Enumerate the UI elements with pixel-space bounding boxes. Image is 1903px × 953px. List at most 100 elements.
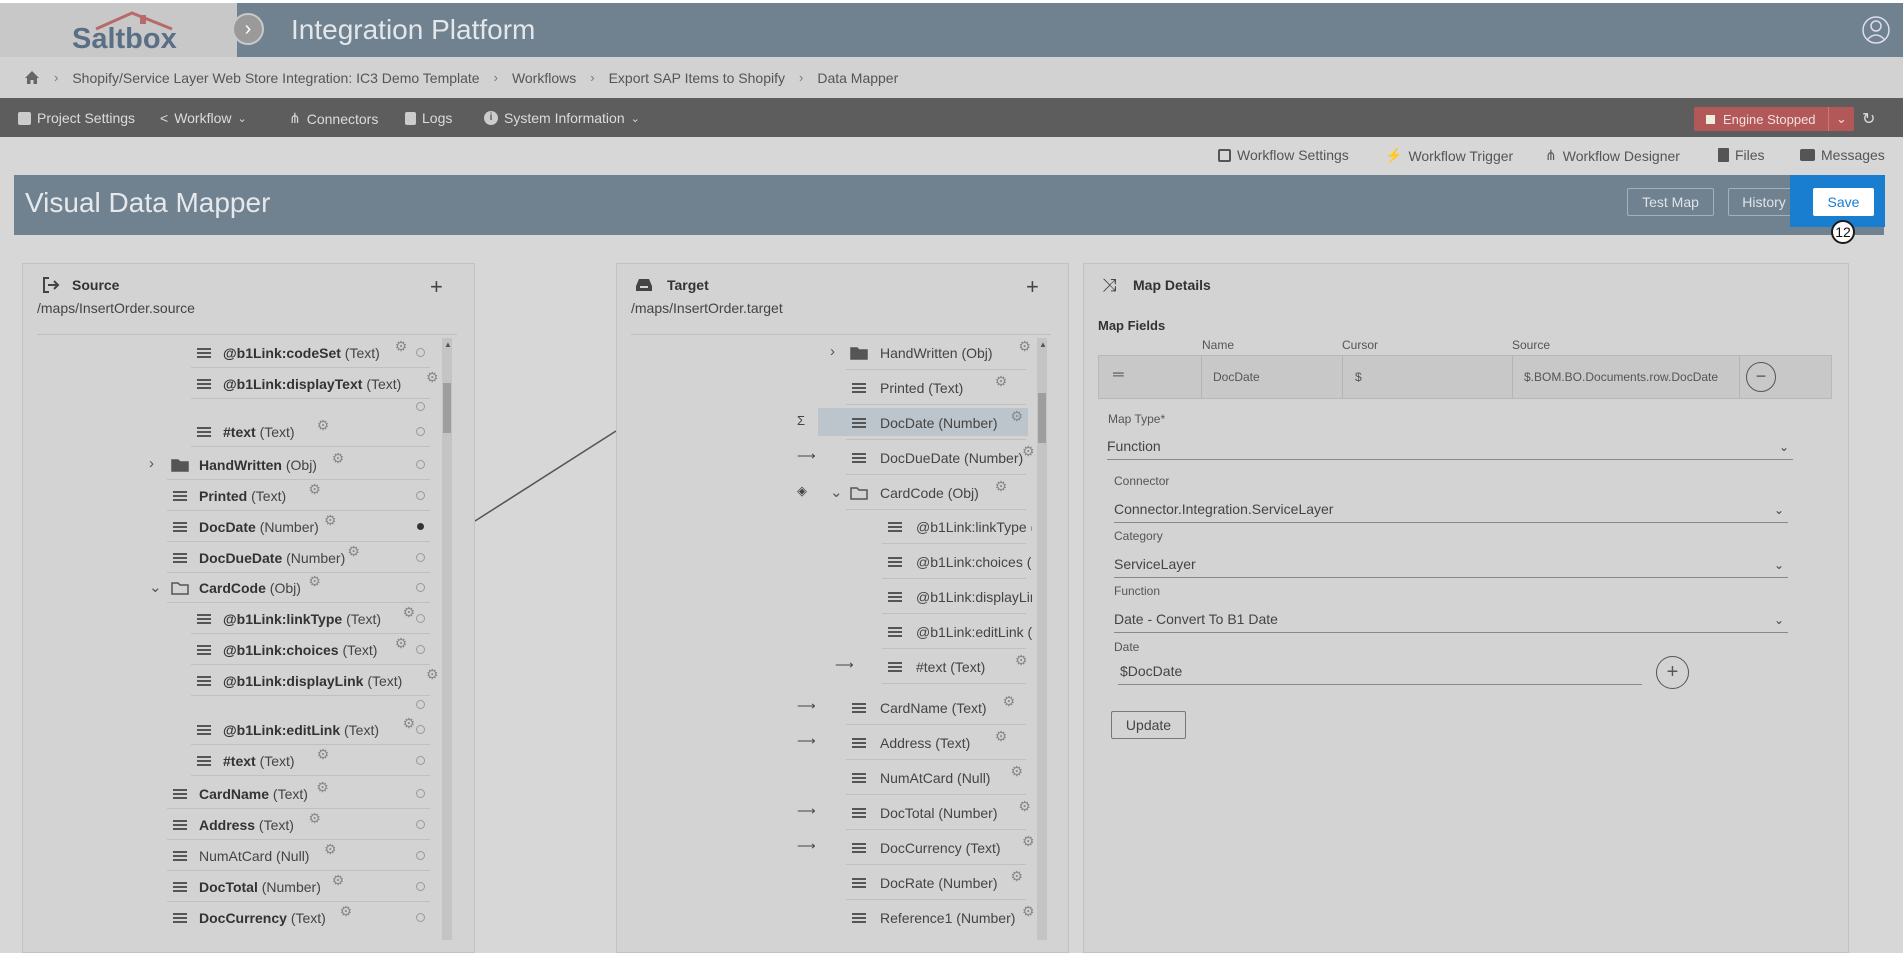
add-source-button[interactable]: + [430, 274, 443, 300]
gear-icon[interactable]: ⚙ [308, 573, 321, 590]
test-map-button[interactable]: Test Map [1627, 188, 1714, 216]
target-field-row[interactable]: @b1Link:editLink ( [916, 624, 1032, 640]
connect-handle-icon[interactable] [416, 348, 425, 357]
gear-icon[interactable]: ⚙ [1018, 798, 1031, 815]
category-select[interactable]: ServiceLayer ⌄ [1114, 556, 1788, 578]
save-button[interactable]: Save [1813, 188, 1874, 216]
source-field-row[interactable]: #text (Text) [223, 753, 295, 769]
expand-chevron-icon[interactable]: › [149, 455, 154, 472]
source-field-row[interactable]: DocTotal (Number) [199, 879, 321, 895]
target-field-row[interactable]: DocDueDate (Number) [880, 450, 1023, 466]
expand-chevron-icon[interactable]: › [830, 343, 835, 360]
expand-chevron-icon[interactable]: ⌄ [830, 483, 843, 501]
gear-icon[interactable]: ⚙ [1011, 868, 1024, 885]
source-field-row[interactable]: @b1Link:codeSet (Text) [223, 345, 380, 361]
subnav-workflow-trigger[interactable]: ⚡ Workflow Trigger [1385, 147, 1513, 164]
target-field-row[interactable]: Printed (Text) [880, 380, 963, 396]
source-field-row[interactable]: DocDate (Number) [199, 519, 319, 535]
gear-icon[interactable]: ⚙ [995, 373, 1008, 390]
connect-handle-icon[interactable] [416, 583, 425, 592]
nav-workflow[interactable]: < Workflow ⌄ [160, 110, 247, 126]
subnav-workflow-settings[interactable]: Workflow Settings [1218, 147, 1349, 163]
nav-system-information[interactable]: i System Information ⌄ [484, 110, 640, 126]
target-field-row[interactable]: DocDate (Number) [880, 415, 997, 431]
source-field-row[interactable]: @b1Link:editLink (Text) [223, 722, 379, 738]
target-field-row[interactable]: CardCode (Obj) [880, 485, 979, 501]
breadcrumb-workflow[interactable]: Export SAP Items to Shopify [609, 70, 785, 86]
gear-icon[interactable]: ⚙ [308, 481, 321, 498]
gear-icon[interactable]: ⚙ [317, 417, 330, 434]
connector-select[interactable]: Connector.Integration.ServiceLayer ⌄ [1114, 501, 1788, 523]
gear-icon[interactable]: ⚙ [426, 369, 439, 386]
gear-icon[interactable]: ⚙ [332, 450, 345, 467]
update-button[interactable]: Update [1111, 711, 1186, 739]
target-field-row[interactable]: DocCurrency (Text) [880, 840, 1001, 856]
mapped-dot-icon[interactable] [417, 523, 424, 530]
connect-handle-icon[interactable] [416, 460, 425, 469]
chevron-down-icon[interactable]: ⌄ [1828, 107, 1854, 131]
gear-icon[interactable]: ⚙ [1022, 443, 1035, 460]
subnav-workflow-designer[interactable]: ⋔ Workflow Designer [1545, 147, 1680, 164]
gear-icon[interactable]: ⚙ [1011, 408, 1024, 425]
target-field-row[interactable]: NumAtCard (Null) [880, 770, 990, 786]
source-field-row[interactable]: @b1Link:displayLink (Text) [223, 673, 402, 689]
subnav-messages[interactable]: Messages [1800, 147, 1885, 163]
target-field-row[interactable]: Reference1 (Number) [880, 910, 1015, 926]
connect-handle-icon[interactable] [416, 614, 425, 623]
logo[interactable]: Saltbox [0, 3, 237, 57]
gear-icon[interactable]: ⚙ [340, 903, 353, 920]
subnav-files[interactable]: Files [1718, 147, 1765, 163]
connect-handle-icon[interactable] [416, 427, 425, 436]
connect-handle-icon[interactable] [416, 725, 425, 734]
target-field-row[interactable]: @b1Link:displayLin [916, 589, 1032, 605]
sidebar-toggle-button[interactable]: › [232, 13, 264, 45]
gear-icon[interactable]: ⚙ [995, 728, 1008, 745]
gear-icon[interactable]: ⚙ [1022, 833, 1035, 850]
connect-handle-icon[interactable] [416, 402, 425, 411]
gear-icon[interactable]: ⚙ [317, 746, 330, 763]
source-field-row[interactable]: CardCode (Obj) [199, 580, 301, 596]
breadcrumb-project[interactable]: Shopify/Service Layer Web Store Integrat… [72, 70, 479, 86]
connect-handle-icon[interactable] [416, 700, 425, 709]
nav-project-settings[interactable]: Project Settings [18, 110, 135, 126]
source-field-row[interactable]: Address (Text) [199, 817, 294, 833]
target-field-row[interactable]: DocRate (Number) [880, 875, 997, 891]
engine-status-button[interactable]: Engine Stopped ⌄ [1694, 107, 1854, 131]
connect-handle-icon[interactable] [416, 553, 425, 562]
source-field-row[interactable]: NumAtCard (Null) [199, 848, 309, 864]
target-field-row[interactable]: @b1Link:linkType ( [916, 519, 1032, 535]
connect-handle-icon[interactable] [416, 851, 425, 860]
gear-icon[interactable]: ⚙ [995, 478, 1008, 495]
gear-icon[interactable]: ⚙ [324, 841, 337, 858]
target-field-row[interactable]: CardName (Text) [880, 700, 987, 716]
gear-icon[interactable]: ⚙ [1003, 693, 1016, 710]
drag-handle-icon[interactable]: ═ [1113, 366, 1124, 383]
gear-icon[interactable]: ⚙ [395, 635, 408, 652]
source-field-row[interactable]: DocDueDate (Number) [199, 550, 345, 566]
map-type-select[interactable]: Function ⌄ [1107, 438, 1793, 460]
gear-icon[interactable]: ⚙ [308, 810, 321, 827]
gear-icon[interactable]: ⚙ [332, 872, 345, 889]
scroll-up-icon[interactable]: ▲ [1039, 340, 1047, 349]
target-field-row[interactable]: DocTotal (Number) [880, 805, 997, 821]
source-field-row[interactable]: CardName (Text) [199, 786, 308, 802]
add-parameter-button[interactable]: + [1656, 656, 1689, 689]
gear-icon[interactable]: ⚙ [1015, 652, 1028, 669]
date-input[interactable]: $DocDate [1118, 663, 1642, 685]
connect-handle-icon[interactable] [416, 645, 425, 654]
connect-handle-icon[interactable] [416, 913, 425, 922]
connect-handle-icon[interactable] [416, 756, 425, 765]
target-field-row[interactable]: HandWritten (Obj) [880, 345, 993, 361]
target-field-row[interactable]: @b1Link:choices ( [916, 554, 1031, 570]
nav-logs[interactable]: Logs [405, 110, 452, 126]
source-field-row[interactable]: Printed (Text) [199, 488, 286, 504]
refresh-icon[interactable]: ↻ [1862, 109, 1875, 129]
add-target-button[interactable]: + [1026, 274, 1039, 300]
source-field-row[interactable]: @b1Link:displayText (Text) [223, 376, 401, 392]
nav-connectors[interactable]: ⋔ Connectors [289, 110, 378, 127]
gear-icon[interactable]: ⚙ [324, 512, 337, 529]
function-select[interactable]: Date - Convert To B1 Date ⌄ [1114, 611, 1788, 633]
gear-icon[interactable]: ⚙ [316, 779, 329, 796]
home-icon[interactable] [24, 70, 40, 85]
gear-icon[interactable]: ⚙ [403, 604, 416, 621]
